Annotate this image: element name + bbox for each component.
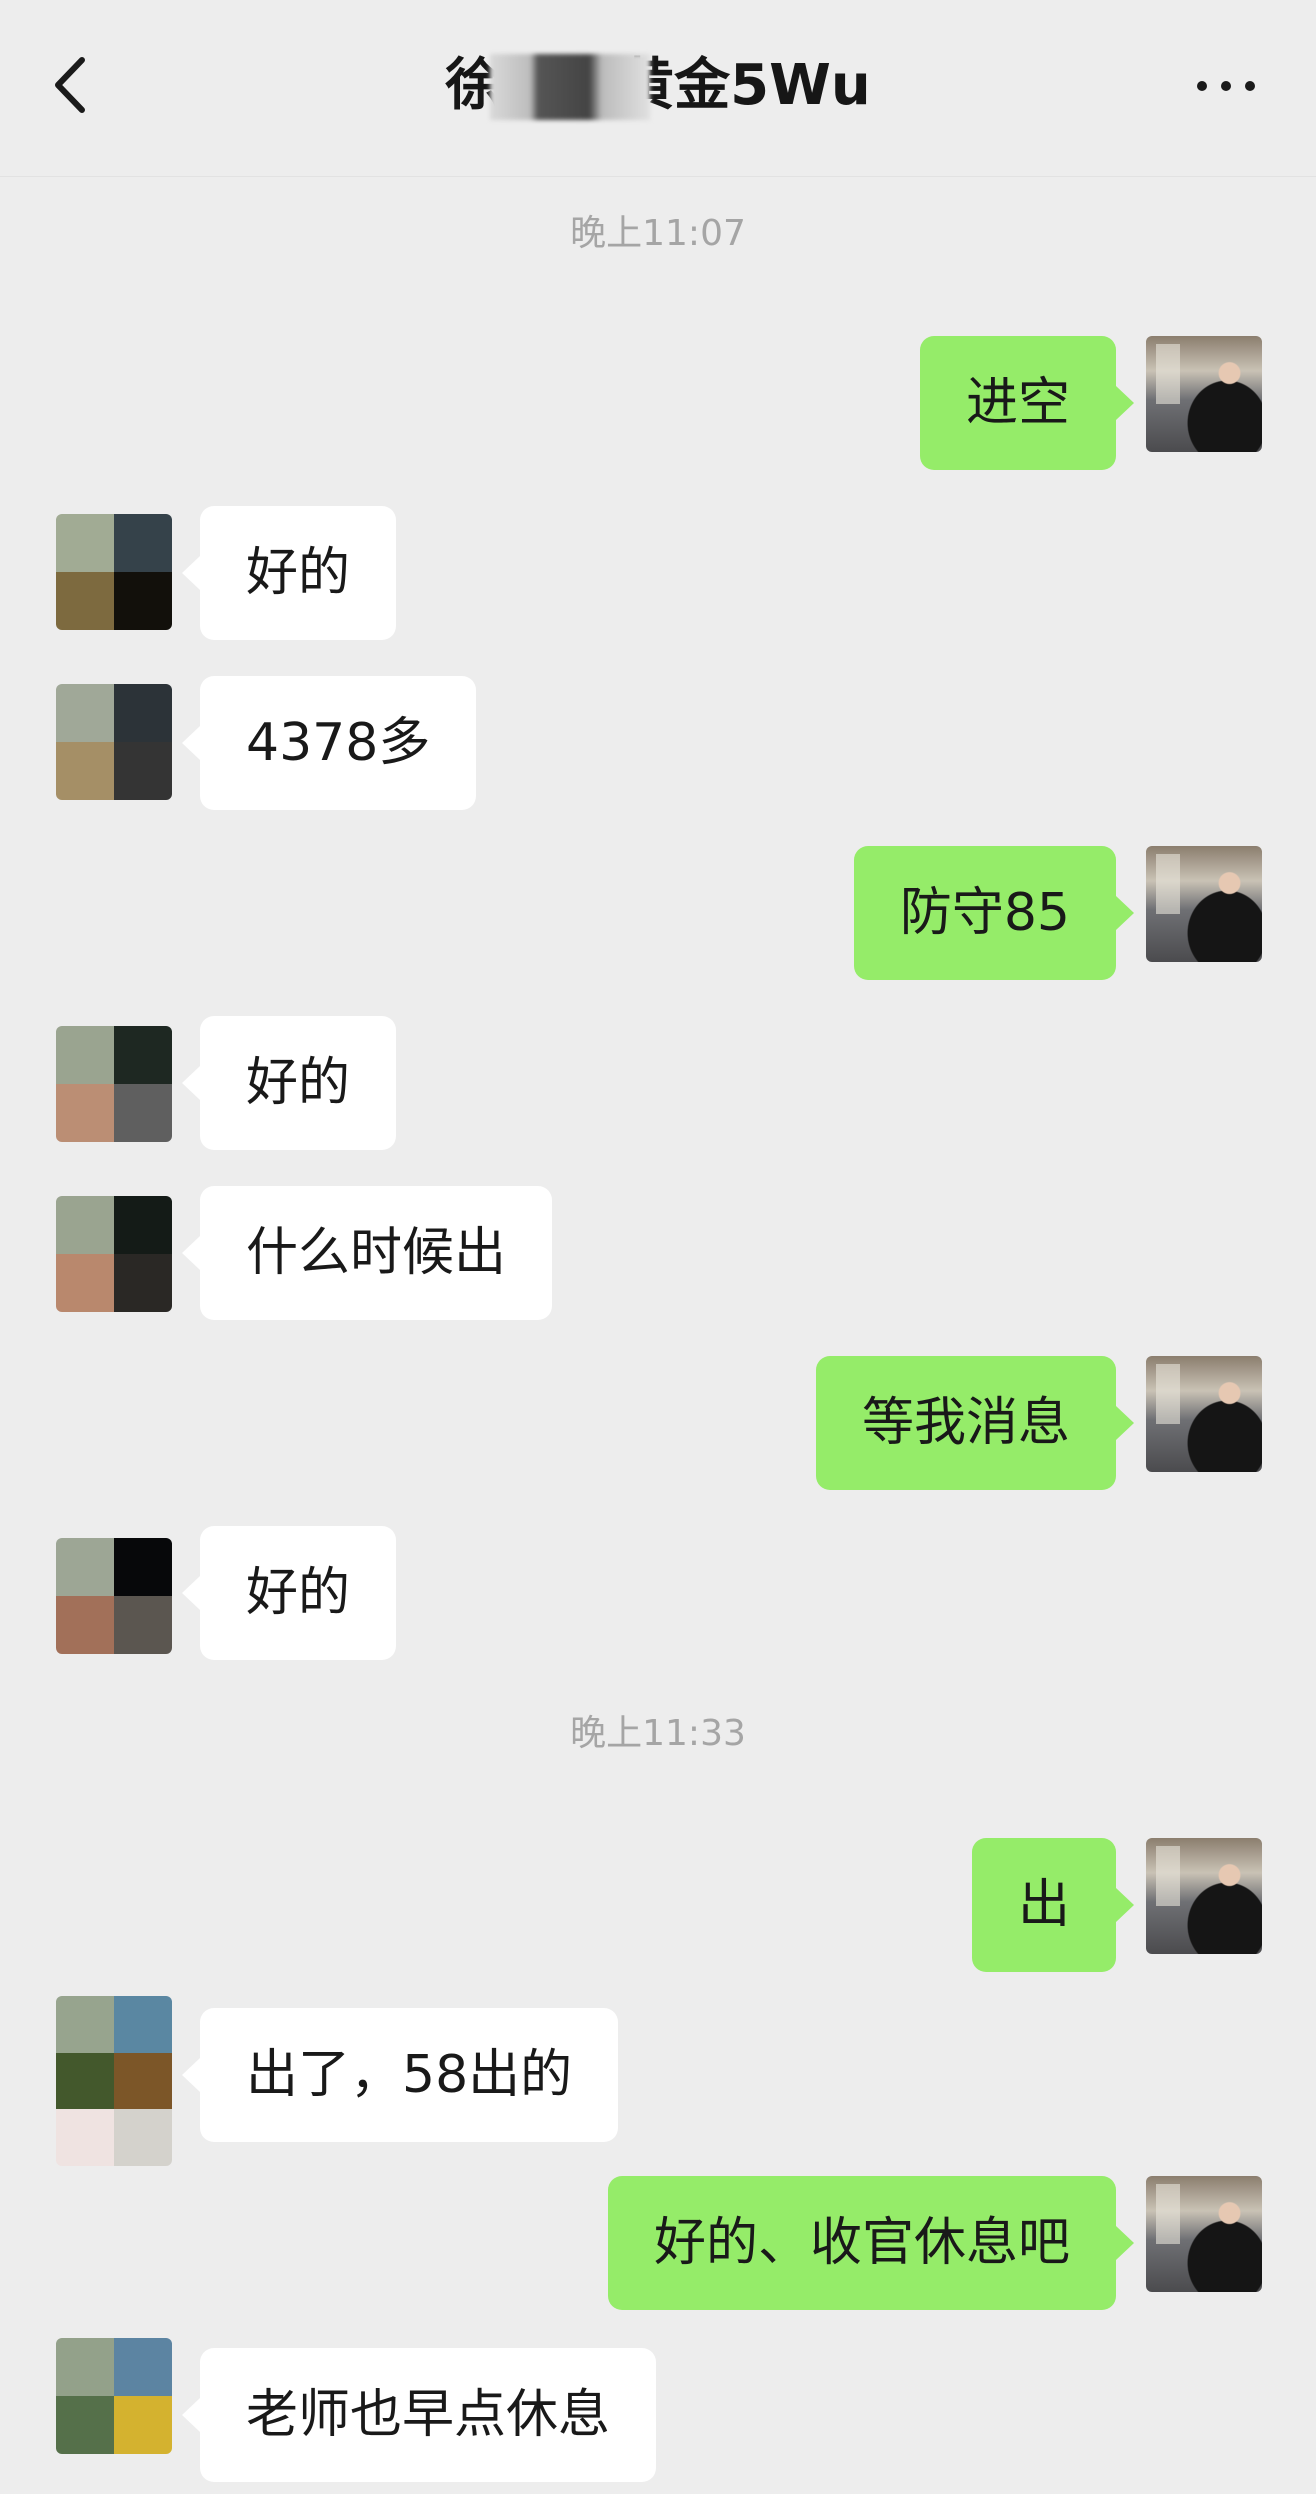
contact-avatar[interactable]: [56, 2338, 172, 2454]
contact-avatar[interactable]: [56, 1196, 172, 1312]
message-bubble-sent[interactable]: 防守85: [853, 846, 1135, 980]
my-avatar[interactable]: [1146, 846, 1262, 962]
message-bubble-received[interactable]: 好的: [181, 1016, 397, 1150]
message-bubble-received[interactable]: 出了，58出的: [181, 2008, 619, 2142]
contact-avatar[interactable]: [56, 1538, 172, 1654]
contact-avatar[interactable]: [56, 514, 172, 630]
my-avatar[interactable]: [1146, 336, 1262, 452]
message-bubble-sent[interactable]: 出: [971, 1838, 1135, 1972]
more-button[interactable]: [1192, 60, 1260, 110]
contact-avatar[interactable]: [56, 684, 172, 800]
message-bubble-received[interactable]: 4378多: [181, 676, 477, 810]
message-bubble-sent[interactable]: 等我消息: [815, 1356, 1135, 1490]
timestamp: 晚上11:33: [570, 1713, 746, 1754]
timestamp: 晚上11:07: [570, 213, 746, 254]
chat-title: 徐 黄金5Wu: [445, 53, 871, 118]
contact-avatar[interactable]: [56, 1996, 172, 2166]
message-bubble-received[interactable]: 好的: [181, 506, 397, 640]
message-bubble-received[interactable]: 老师也早点休息: [181, 2348, 657, 2482]
message-bubble-sent[interactable]: 好的、收官休息吧: [607, 2176, 1135, 2310]
my-avatar[interactable]: [1146, 1356, 1262, 1472]
my-avatar[interactable]: [1146, 1838, 1262, 1954]
contact-avatar[interactable]: [56, 1026, 172, 1142]
my-avatar[interactable]: [1146, 2176, 1262, 2292]
chat-header: 徐 黄金5Wu: [0, 0, 1316, 177]
message-bubble-received[interactable]: 好的: [181, 1526, 397, 1660]
message-bubble-received[interactable]: 什么时候出: [181, 1186, 553, 1320]
message-bubble-sent[interactable]: 进空: [919, 336, 1135, 470]
redaction-mosaic: [490, 54, 650, 120]
